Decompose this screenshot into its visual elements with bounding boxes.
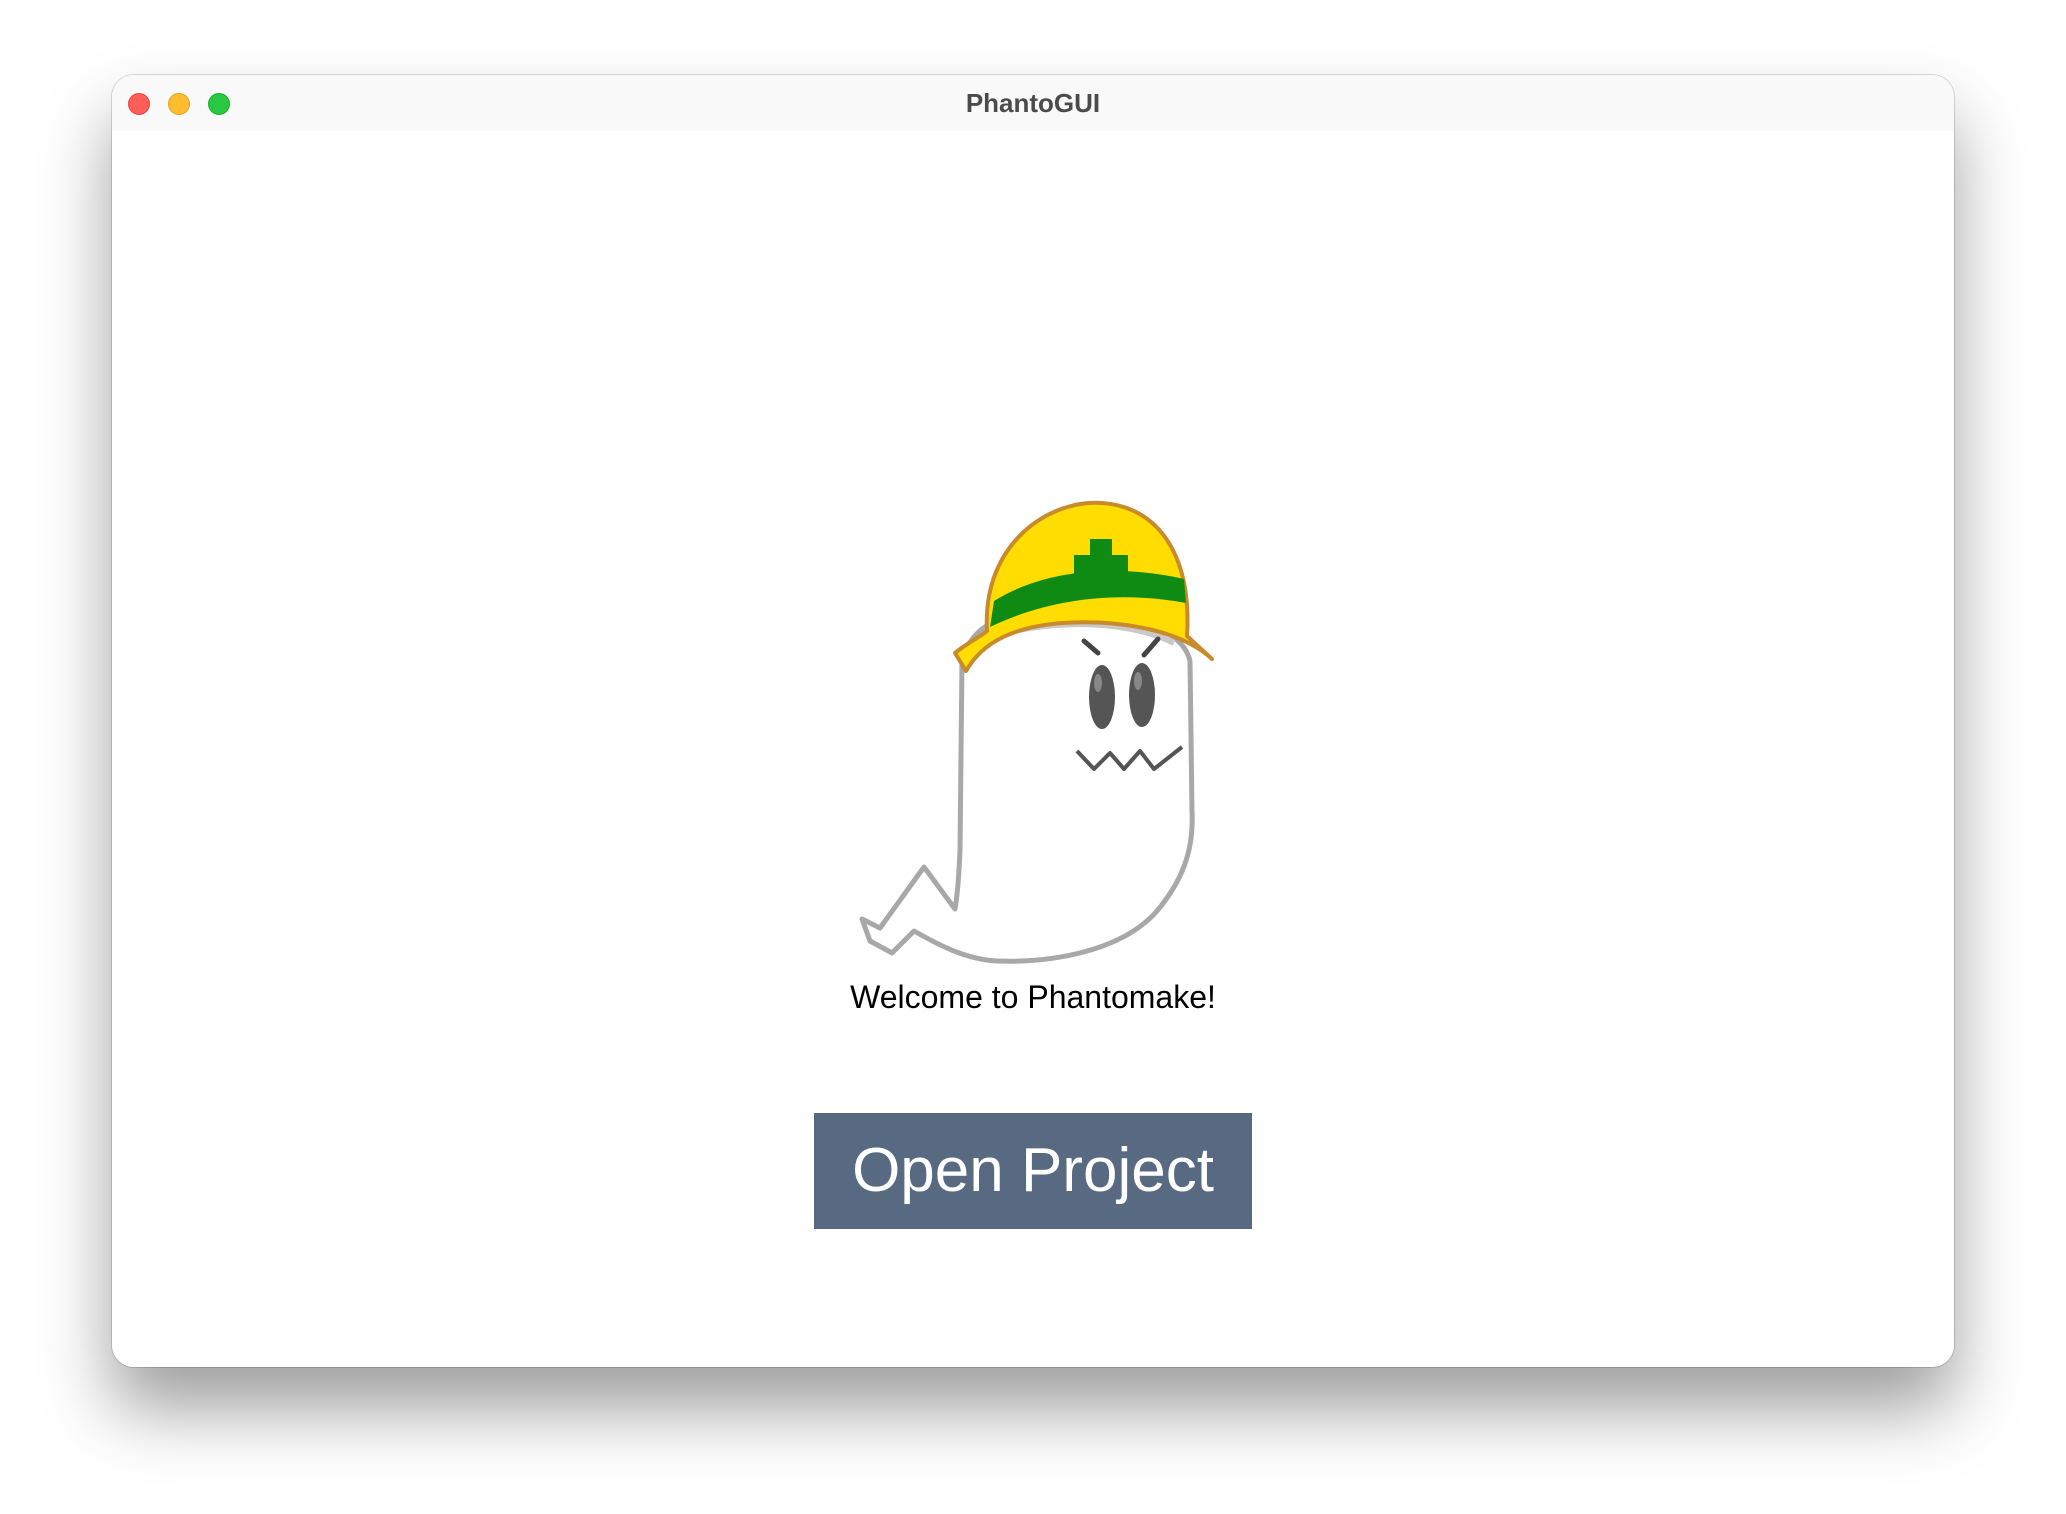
- open-project-button[interactable]: Open Project: [814, 1113, 1252, 1229]
- title-bar[interactable]: PhantoGUI: [112, 75, 1954, 131]
- welcome-screen: Welcome to Phantomake! Open Project: [112, 131, 1954, 1367]
- ghost-mascot-icon: [859, 500, 1214, 964]
- welcome-message: Welcome to Phantomake!: [850, 979, 1216, 1015]
- window-title: PhantoGUI: [965, 88, 1101, 118]
- app-window: PhantoGUI Welcome to Phantomake! Open Pr…: [112, 75, 1954, 1367]
- screen: PhantoGUI Welcome to Phantomake! Open Pr…: [0, 0, 2066, 1514]
